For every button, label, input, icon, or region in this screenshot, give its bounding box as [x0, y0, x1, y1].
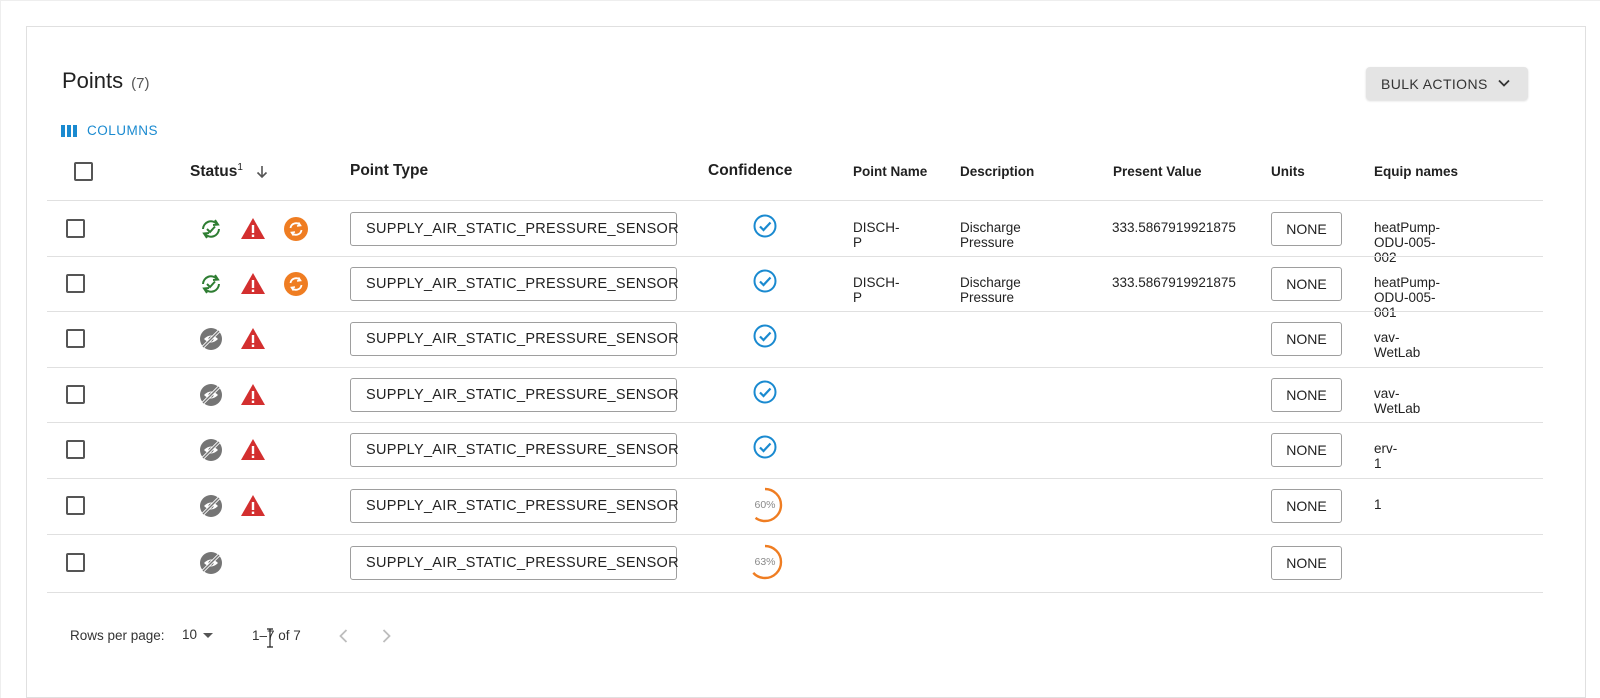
point-name-cell: DISCH-P — [853, 274, 900, 305]
point-type-select[interactable]: SUPPLY_AIR_STATIC_PRESSURE_SENSOR — [350, 322, 679, 356]
warning-icon — [240, 271, 266, 297]
column-header-equip-names[interactable]: Equip names — [1374, 164, 1458, 179]
warning-icon — [240, 382, 266, 408]
page-title-row: Points (7) — [62, 68, 150, 94]
sync-orange-icon — [283, 216, 309, 242]
dropdown-arrow-icon — [203, 632, 214, 638]
present-value-cell: 333.5867919921875 — [1112, 219, 1236, 235]
column-header-point-name[interactable]: Point Name — [853, 164, 927, 179]
description-cell: Discharge Pressure — [960, 219, 1021, 250]
row-select-checkbox[interactable] — [66, 440, 85, 459]
warning-icon — [240, 326, 266, 352]
previous-page-button[interactable] — [333, 625, 355, 647]
column-header-status[interactable]: Status1 — [190, 162, 269, 181]
next-page-button[interactable] — [375, 625, 397, 647]
confidence-check-icon — [752, 268, 778, 294]
units-select[interactable]: NONE — [1271, 546, 1342, 580]
description-cell: Discharge Pressure — [960, 274, 1021, 305]
chevron-down-icon — [1498, 79, 1510, 87]
header-divider — [47, 200, 1543, 201]
left-border — [0, 0, 1, 698]
point-type-select[interactable]: SUPPLY_AIR_STATIC_PRESSURE_SENSOR — [350, 266, 679, 301]
confidence-check-icon — [752, 323, 778, 349]
visibility-off-icon — [198, 326, 224, 352]
warning-icon — [240, 216, 266, 242]
row-divider — [47, 534, 1543, 535]
column-header-description[interactable]: Description — [960, 164, 1034, 179]
confidence-percent: 60% — [754, 499, 776, 511]
visibility-off-icon — [198, 493, 224, 519]
point-type-select[interactable]: SUPPLY_AIR_STATIC_PRESSURE_SENSOR — [350, 377, 679, 412]
units-select[interactable]: NONE — [1271, 377, 1342, 412]
column-header-confidence[interactable]: Confidence — [708, 162, 792, 180]
row-select-checkbox[interactable] — [66, 329, 85, 348]
equip-names-cell: heatPump-ODU-005-001 — [1374, 274, 1441, 320]
confidence-check-icon — [752, 213, 778, 239]
visibility-off-icon — [198, 437, 224, 463]
units-select[interactable]: NONE — [1271, 211, 1342, 246]
units-select[interactable]: NONE — [1271, 266, 1342, 301]
equip-names-cell: erv-1 — [1374, 441, 1398, 471]
columns-label: COLUMNS — [87, 123, 159, 138]
points-card — [26, 26, 1586, 698]
point-type-select[interactable]: SUPPLY_AIR_STATIC_PRESSURE_SENSOR — [350, 489, 679, 523]
text-cursor-icon — [267, 628, 273, 648]
row-select-checkbox[interactable] — [66, 384, 85, 404]
row-divider — [47, 592, 1543, 593]
status-header-label: Status — [190, 163, 238, 181]
present-value-cell: 333.5867919921875 — [1112, 274, 1236, 290]
column-header-units[interactable]: Units — [1271, 164, 1305, 179]
sort-order-badge: 1 — [237, 162, 243, 173]
confidence-progress-ring: 63% — [746, 543, 784, 581]
row-select-checkbox[interactable] — [66, 218, 85, 238]
equip-names-cell: 1 — [1374, 497, 1382, 512]
confidence-check-icon — [752, 379, 778, 405]
point-type-select[interactable]: SUPPLY_AIR_STATIC_PRESSURE_SENSOR — [350, 433, 679, 467]
select-all-checkbox[interactable] — [74, 162, 93, 181]
row-select-checkbox[interactable] — [66, 273, 85, 293]
equip-names-cell: vav-WetLab — [1374, 385, 1421, 416]
rows-per-page-label: Rows per page: — [70, 628, 165, 643]
bulk-actions-button[interactable]: BULK ACTIONS — [1366, 67, 1528, 100]
row-divider — [47, 478, 1543, 479]
units-select[interactable]: NONE — [1271, 433, 1342, 467]
sync-orange-icon — [283, 271, 309, 297]
view-column-icon — [61, 124, 77, 137]
rows-per-page-value: 10 — [182, 627, 198, 642]
row-divider — [47, 311, 1543, 312]
columns-button[interactable]: COLUMNS — [61, 123, 158, 138]
arrow-down-icon[interactable] — [255, 164, 269, 180]
row-divider — [47, 256, 1543, 257]
warning-icon — [240, 493, 266, 519]
point-type-select[interactable]: SUPPLY_AIR_STATIC_PRESSURE_SENSOR — [350, 211, 679, 246]
visibility-off-icon — [198, 550, 224, 576]
sync-check-icon — [198, 271, 224, 297]
row-divider — [47, 367, 1543, 368]
equip-names-cell: heatPump-ODU-005-002 — [1374, 219, 1441, 265]
top-border — [0, 0, 1600, 1]
point-name-cell: DISCH-P — [853, 219, 900, 250]
sync-check-icon — [198, 216, 224, 242]
column-header-present-value[interactable]: Present Value — [1113, 164, 1202, 179]
confidence-check-icon — [752, 434, 778, 460]
point-type-select[interactable]: SUPPLY_AIR_STATIC_PRESSURE_SENSOR — [350, 546, 679, 580]
pagination-range: 1–7 of 7 — [252, 628, 301, 643]
row-select-checkbox[interactable] — [66, 553, 85, 572]
bulk-actions-label: BULK ACTIONS — [1381, 75, 1488, 92]
visibility-off-icon — [198, 382, 224, 408]
units-select[interactable]: NONE — [1271, 322, 1342, 356]
row-divider — [47, 422, 1543, 423]
warning-icon — [240, 437, 266, 463]
equip-names-cell: vav-WetLab — [1374, 330, 1421, 360]
row-select-checkbox[interactable] — [66, 496, 85, 515]
rows-per-page-select[interactable]: 10 — [182, 627, 214, 642]
units-select[interactable]: NONE — [1271, 489, 1342, 523]
points-count: (7) — [131, 75, 150, 92]
page-title: Points — [62, 68, 124, 93]
confidence-progress-ring: 60% — [746, 486, 784, 524]
confidence-percent: 63% — [754, 556, 776, 568]
column-header-point-type[interactable]: Point Type — [350, 162, 428, 180]
